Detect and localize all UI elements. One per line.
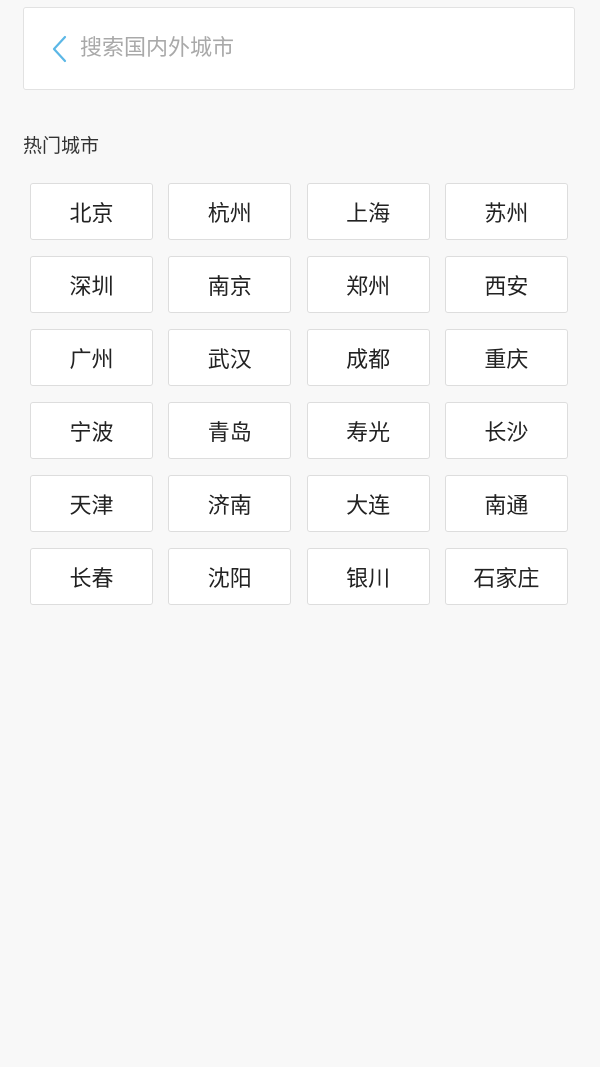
city-button[interactable]: 石家庄 — [444, 548, 568, 605]
city-button[interactable]: 银川 — [306, 548, 430, 605]
hot-cities-title: 热门城市 — [23, 135, 100, 157]
city-button[interactable]: 宁波 — [30, 402, 153, 459]
city-button[interactable]: 大连 — [306, 475, 430, 532]
city-button[interactable]: 长沙 — [444, 402, 568, 459]
city-button[interactable]: 西安 — [444, 256, 568, 313]
city-button[interactable]: 郑州 — [306, 256, 430, 313]
city-button[interactable]: 沈阳 — [168, 548, 292, 605]
search-bar — [23, 7, 575, 90]
city-button[interactable]: 南通 — [444, 475, 568, 532]
back-button[interactable] — [44, 29, 74, 69]
city-button[interactable]: 杭州 — [168, 183, 292, 240]
chevron-left-icon — [52, 35, 67, 62]
hot-cities-grid: 北京 杭州 上海 苏州 深圳 南京 郑州 西安 广州 武汉 成都 重庆 宁波 青… — [30, 183, 568, 605]
city-button[interactable]: 南京 — [168, 256, 292, 313]
city-button[interactable]: 苏州 — [444, 183, 568, 240]
city-button[interactable]: 广州 — [30, 329, 153, 386]
city-button[interactable]: 青岛 — [168, 402, 292, 459]
city-button[interactable]: 济南 — [168, 475, 292, 532]
city-button[interactable]: 天津 — [30, 475, 153, 532]
city-button[interactable]: 上海 — [306, 183, 430, 240]
city-button[interactable]: 武汉 — [168, 329, 292, 386]
city-button[interactable]: 寿光 — [306, 402, 430, 459]
city-button[interactable]: 长春 — [30, 548, 153, 605]
city-button[interactable]: 深圳 — [30, 256, 153, 313]
city-button[interactable]: 重庆 — [444, 329, 568, 386]
city-button[interactable]: 成都 — [306, 329, 430, 386]
city-button[interactable]: 北京 — [30, 183, 153, 240]
search-input[interactable] — [80, 28, 520, 69]
